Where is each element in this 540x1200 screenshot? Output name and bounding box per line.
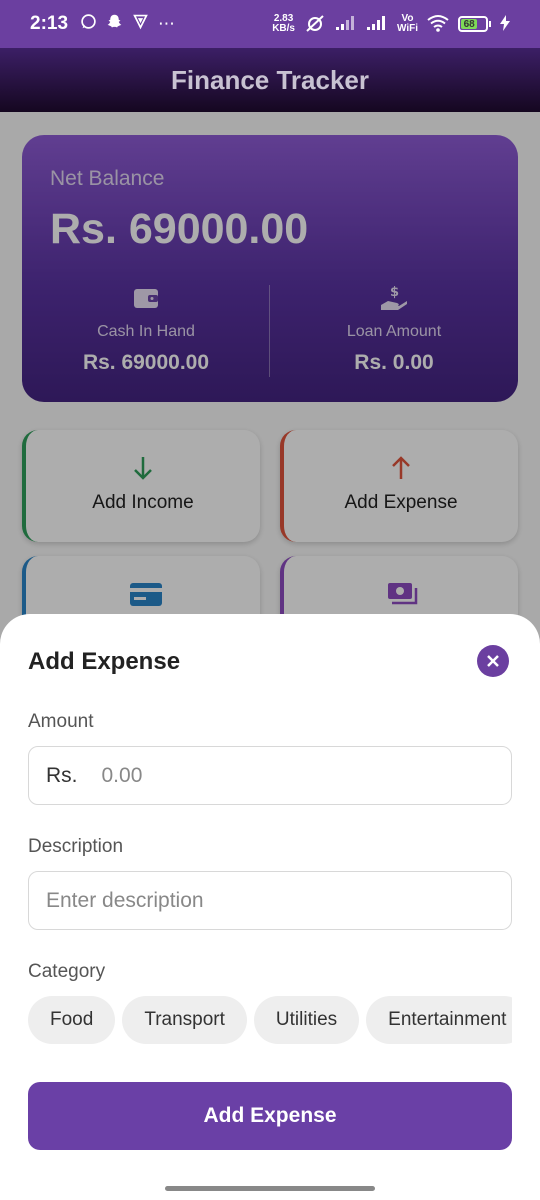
charging-icon [500,14,510,34]
category-label: Category [28,961,106,982]
amount-input[interactable]: Rs. 0.00 [28,746,512,805]
close-icon [487,655,499,667]
net-speed: 2.83 KB/s [272,14,295,34]
category-chip-entertainment[interactable]: Entertainment [366,996,512,1044]
amount-placeholder: 0.00 [101,763,143,787]
currency-prefix: Rs. [46,763,78,787]
category-chip-food[interactable]: Food [28,996,116,1044]
app-bar: Finance Tracker [0,48,540,112]
close-button[interactable] [477,645,509,677]
wifi-icon [427,14,449,35]
wifi-text: WiFi [396,23,418,34]
description-input[interactable]: Enter description [28,871,512,930]
whatsapp-icon [80,13,97,35]
home-indicator[interactable] [165,1186,375,1191]
status-bar: 2:13 ⋯ 2.83 KB/s Vo WiFi 68 [0,0,540,48]
category-chip-utilities[interactable]: Utilities [253,996,360,1044]
category-chip-transport[interactable]: Transport [122,996,247,1044]
more-icon: ⋯ [158,14,176,33]
status-time: 2:13 [30,13,69,34]
net-speed-unit: KB/s [272,23,295,34]
description-placeholder: Enter description [46,888,204,912]
vpn-shield-icon [132,13,149,35]
battery-icon: 68 [458,16,491,32]
battery-level: 68 [461,19,478,30]
description-label: Description [28,836,124,857]
app-title: Finance Tracker [171,64,369,95]
sheet-title: Add Expense [28,648,181,675]
category-chips: Food Transport Utilities Entertainment [28,996,512,1044]
amount-label: Amount [28,711,94,732]
add-expense-submit-button[interactable]: Add Expense [28,1082,512,1150]
signal-icon-1 [335,15,357,34]
snapchat-icon [106,13,123,35]
alarm-off-icon [304,14,326,35]
signal-icon-2 [366,15,388,34]
status-right: 2.83 KB/s Vo WiFi 68 [272,14,510,35]
vowifi-label: Vo WiFi [397,14,418,34]
add-expense-sheet: Add Expense Amount Rs. 0.00 Description … [0,614,540,1200]
